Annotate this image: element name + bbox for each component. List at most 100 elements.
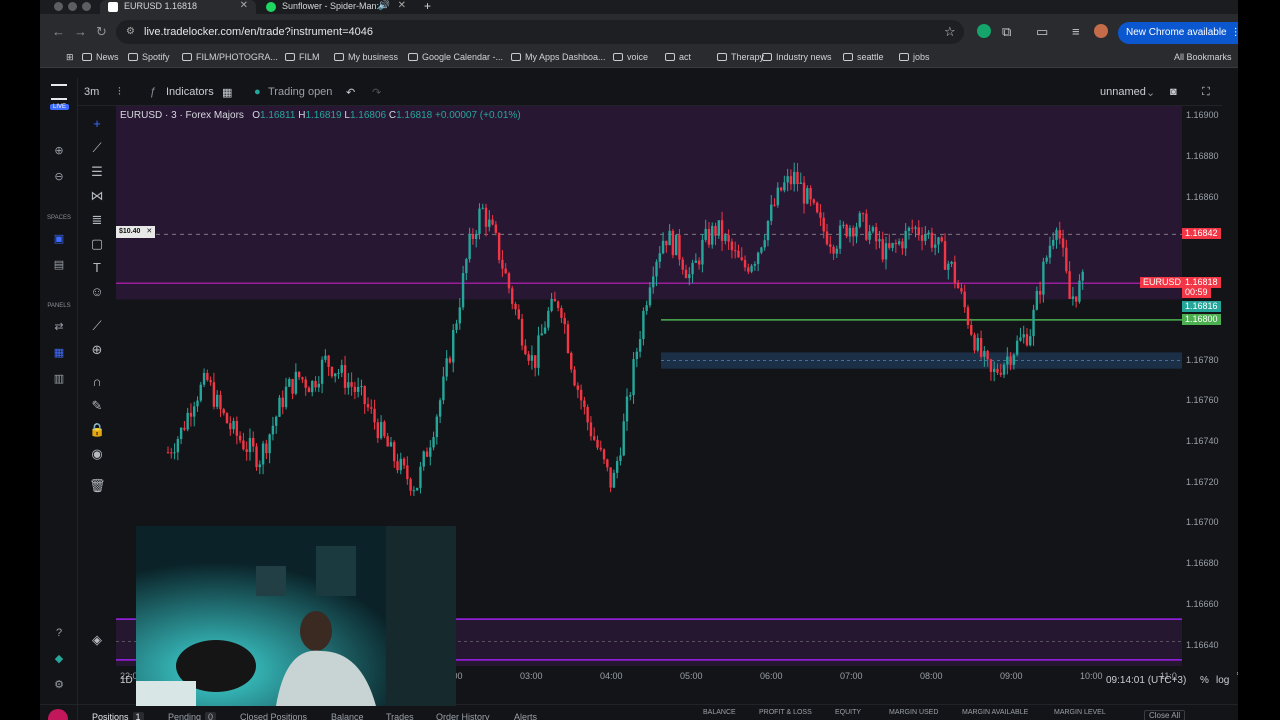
close-tab-icon[interactable]: ✕ (398, 0, 406, 12)
cast-icon[interactable]: ▭ (1036, 24, 1048, 40)
bookmark-item[interactable]: act (665, 52, 691, 62)
folder-icon (285, 53, 295, 61)
candle-body (488, 219, 491, 227)
back-icon[interactable]: ← (52, 24, 65, 39)
tab-sunflower[interactable]: Sunflower - Spider-Man: 🔊 ✕ (258, 0, 414, 14)
price-axis[interactable]: 1.16900 1.16880 1.16860 1.16780 1.16760 1.167… (1140, 106, 1238, 666)
candle-body (278, 397, 281, 417)
timeframe-selector[interactable]: 3m (84, 86, 99, 98)
pencil-lock-icon[interactable]: ✎ (89, 398, 105, 414)
close-value: 1.16818 (396, 110, 433, 121)
layers-icon[interactable]: ◈ (89, 632, 105, 648)
layout-name-dropdown[interactable]: unnamed (1100, 86, 1146, 98)
bottom-tab[interactable]: Closed Positions (240, 712, 307, 720)
trend-line-icon[interactable]: ⟋ (89, 140, 105, 156)
percent-scale-button[interactable]: % (1200, 675, 1209, 686)
zoom-window-dot[interactable] (82, 2, 91, 11)
magnifier-icon[interactable]: ⊕ (89, 342, 105, 358)
candle-body (1009, 356, 1012, 365)
tradelocker-logo-icon[interactable] (51, 84, 67, 100)
candle-body (645, 305, 648, 311)
bottom-tab[interactable]: Balance (331, 712, 364, 720)
new-tab-icon[interactable]: + (420, 0, 440, 14)
bookmark-item[interactable]: FILM/PHOTOGRA... (182, 52, 278, 62)
panel-trade-icon[interactable]: ⇄ (52, 320, 66, 334)
layout-grid-icon[interactable]: ▦ (222, 86, 232, 99)
zoom-out-icon[interactable]: ⊖ (52, 170, 66, 184)
bookmark-item[interactable]: FILM (285, 52, 320, 62)
profile-avatar[interactable] (1094, 24, 1108, 38)
all-bookmarks-button[interactable]: All Bookmarks (1160, 52, 1232, 62)
candle-body (661, 240, 665, 254)
bookmark-item[interactable]: jobs (899, 52, 930, 62)
zoom-in-icon[interactable]: ⊕ (52, 144, 66, 158)
magnet-icon[interactable]: ∩ (89, 374, 105, 390)
reload-icon[interactable]: ↻ (96, 24, 107, 40)
text-tool-icon[interactable]: T (89, 260, 105, 276)
close-position-icon[interactable]: ✕ (146, 228, 152, 235)
new-chrome-button[interactable]: New Chrome available ⋮ (1118, 22, 1238, 44)
help-icon[interactable]: ? (52, 626, 66, 640)
tab-eurusd[interactable]: EURUSD 1.16818 ✕ (100, 0, 256, 14)
indicators-button[interactable]: Indicators (166, 86, 214, 98)
star-icon[interactable]: ☆ (944, 24, 956, 40)
trash-icon[interactable]: 🗑 (89, 478, 106, 494)
space-layout-icon[interactable]: ▤ (52, 258, 66, 272)
close-window-dot[interactable] (54, 2, 63, 11)
bottom-tab[interactable]: Trades (386, 712, 414, 720)
candle-body (983, 350, 986, 357)
bookmark-item[interactable]: seattle (843, 52, 884, 62)
grammarly-extension-icon[interactable] (977, 24, 991, 38)
candle-body (802, 182, 806, 204)
rectangle-icon[interactable]: ▢ (89, 236, 105, 252)
site-info-icon[interactable]: ⚙ (126, 20, 135, 44)
position-pl-tag[interactable]: $10.40 ✕ (116, 226, 156, 238)
indicators-icon[interactable]: ƒ (150, 86, 156, 98)
bottom-tab[interactable]: Order History (436, 712, 490, 720)
panel-orders-icon[interactable]: ▦ (52, 346, 66, 360)
bookmark-item[interactable]: Spotify (128, 52, 170, 62)
fullscreen-icon[interactable]: ⛶ (1202, 86, 1210, 99)
bookmark-item[interactable]: Google Calendar -... (408, 52, 503, 62)
emoji-icon[interactable]: ☺ (89, 284, 105, 300)
bookmark-item[interactable]: voice (613, 52, 648, 62)
bookmark-item[interactable]: My business (334, 52, 398, 62)
lock-icon[interactable]: 🔒 (89, 422, 105, 438)
bookmark-label: FILM (299, 52, 320, 62)
range-button[interactable]: 1D (120, 675, 133, 686)
log-scale-button[interactable]: log (1216, 675, 1229, 686)
close-tab-icon[interactable]: ✕ (240, 0, 248, 12)
forward-icon[interactable]: → (74, 24, 87, 39)
close-all-button[interactable]: Close All (1144, 710, 1186, 720)
candle-body (907, 227, 911, 231)
panel-calendar-icon[interactable]: ▥ (52, 372, 66, 386)
crosshair-icon[interactable]: + (89, 116, 105, 132)
bottom-tab[interactable]: Pending 0 (168, 712, 217, 720)
url-field[interactable]: ⚙ live.tradelocker.com/en/trade?instrume… (116, 20, 964, 44)
bookmark-item[interactable]: Industry news (762, 52, 832, 62)
horizontal-lines-icon[interactable]: ☰ (89, 164, 105, 180)
candle-type-icon[interactable]: ⫶ (118, 86, 121, 99)
screenshot-camera-icon[interactable]: ◙ (1170, 86, 1177, 98)
bookmark-item[interactable]: News (82, 52, 119, 62)
eye-icon[interactable]: ◉ (89, 446, 105, 462)
bookmark-item[interactable]: My Apps Dashboa... (511, 52, 606, 62)
user-avatar[interactable] (48, 709, 68, 720)
settings-gear-icon[interactable]: ⚙ (52, 678, 66, 692)
extensions-icon[interactable]: ⧉ (1002, 24, 1011, 40)
menu-dots-icon[interactable]: ⋮ (1231, 22, 1238, 44)
redo-icon[interactable]: ↷ (372, 86, 381, 99)
candle-body (193, 406, 196, 417)
bottom-tab[interactable]: Alerts (514, 712, 537, 720)
pattern-icon[interactable]: ⋈ (89, 188, 105, 204)
bottom-tab[interactable]: Positions 1 (92, 712, 144, 720)
bookmark-item[interactable]: Therapy (717, 52, 764, 62)
chevron-down-icon[interactable]: ⌄ (1146, 86, 1155, 99)
minimize-window-dot[interactable] (68, 2, 77, 11)
apps-grid-icon[interactable]: ⊞ (52, 52, 74, 63)
queue-icon[interactable]: ≡ (1072, 24, 1080, 39)
undo-icon[interactable]: ↶ (346, 86, 355, 99)
ruler-icon[interactable]: ⟋ (89, 318, 105, 334)
space-chart-icon[interactable]: ▣ (52, 232, 66, 246)
fib-icon[interactable]: ≣ (89, 212, 105, 228)
